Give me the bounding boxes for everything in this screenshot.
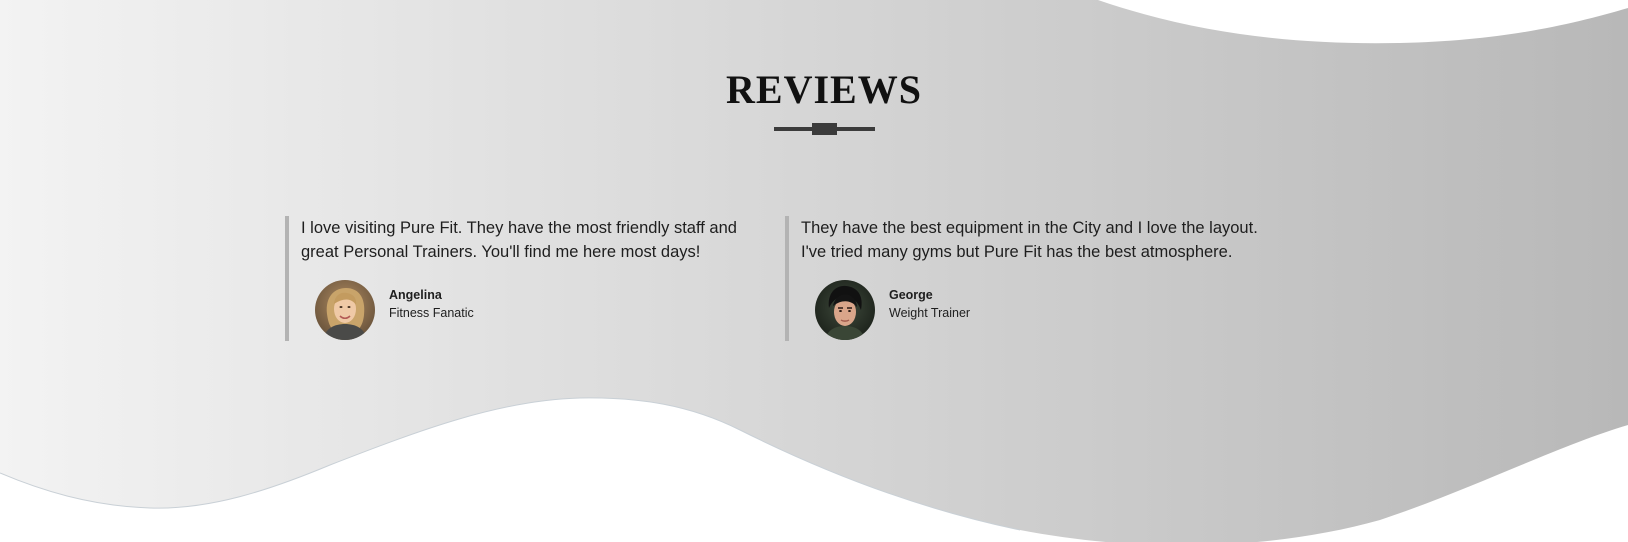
review-card: They have the best equipment in the City…: [785, 216, 1265, 341]
review-card: I love visiting Pure Fit. They have the …: [285, 216, 765, 341]
section-title: REVIEWS: [726, 67, 922, 112]
review-quote: They have the best equipment in the City…: [801, 219, 1258, 261]
author-role: Fitness Fanatic: [389, 306, 474, 320]
woman-portrait-avatar: [315, 280, 375, 340]
divider-block: [812, 123, 837, 135]
author-name: George: [889, 288, 933, 302]
man-portrait-avatar: [815, 280, 875, 340]
author-name: Angelina: [389, 288, 442, 302]
review-quote: I love visiting Pure Fit. They have the …: [301, 219, 737, 261]
author-role: Weight Trainer: [889, 306, 971, 320]
reviews-section: REVIEWS I love visiting Pure Fit. They h…: [0, 0, 1628, 542]
title-divider: [774, 123, 875, 135]
heading-container: REVIEWS: [0, 66, 1628, 113]
reviews-list: I love visiting Pure Fit. They have the …: [285, 216, 1285, 341]
